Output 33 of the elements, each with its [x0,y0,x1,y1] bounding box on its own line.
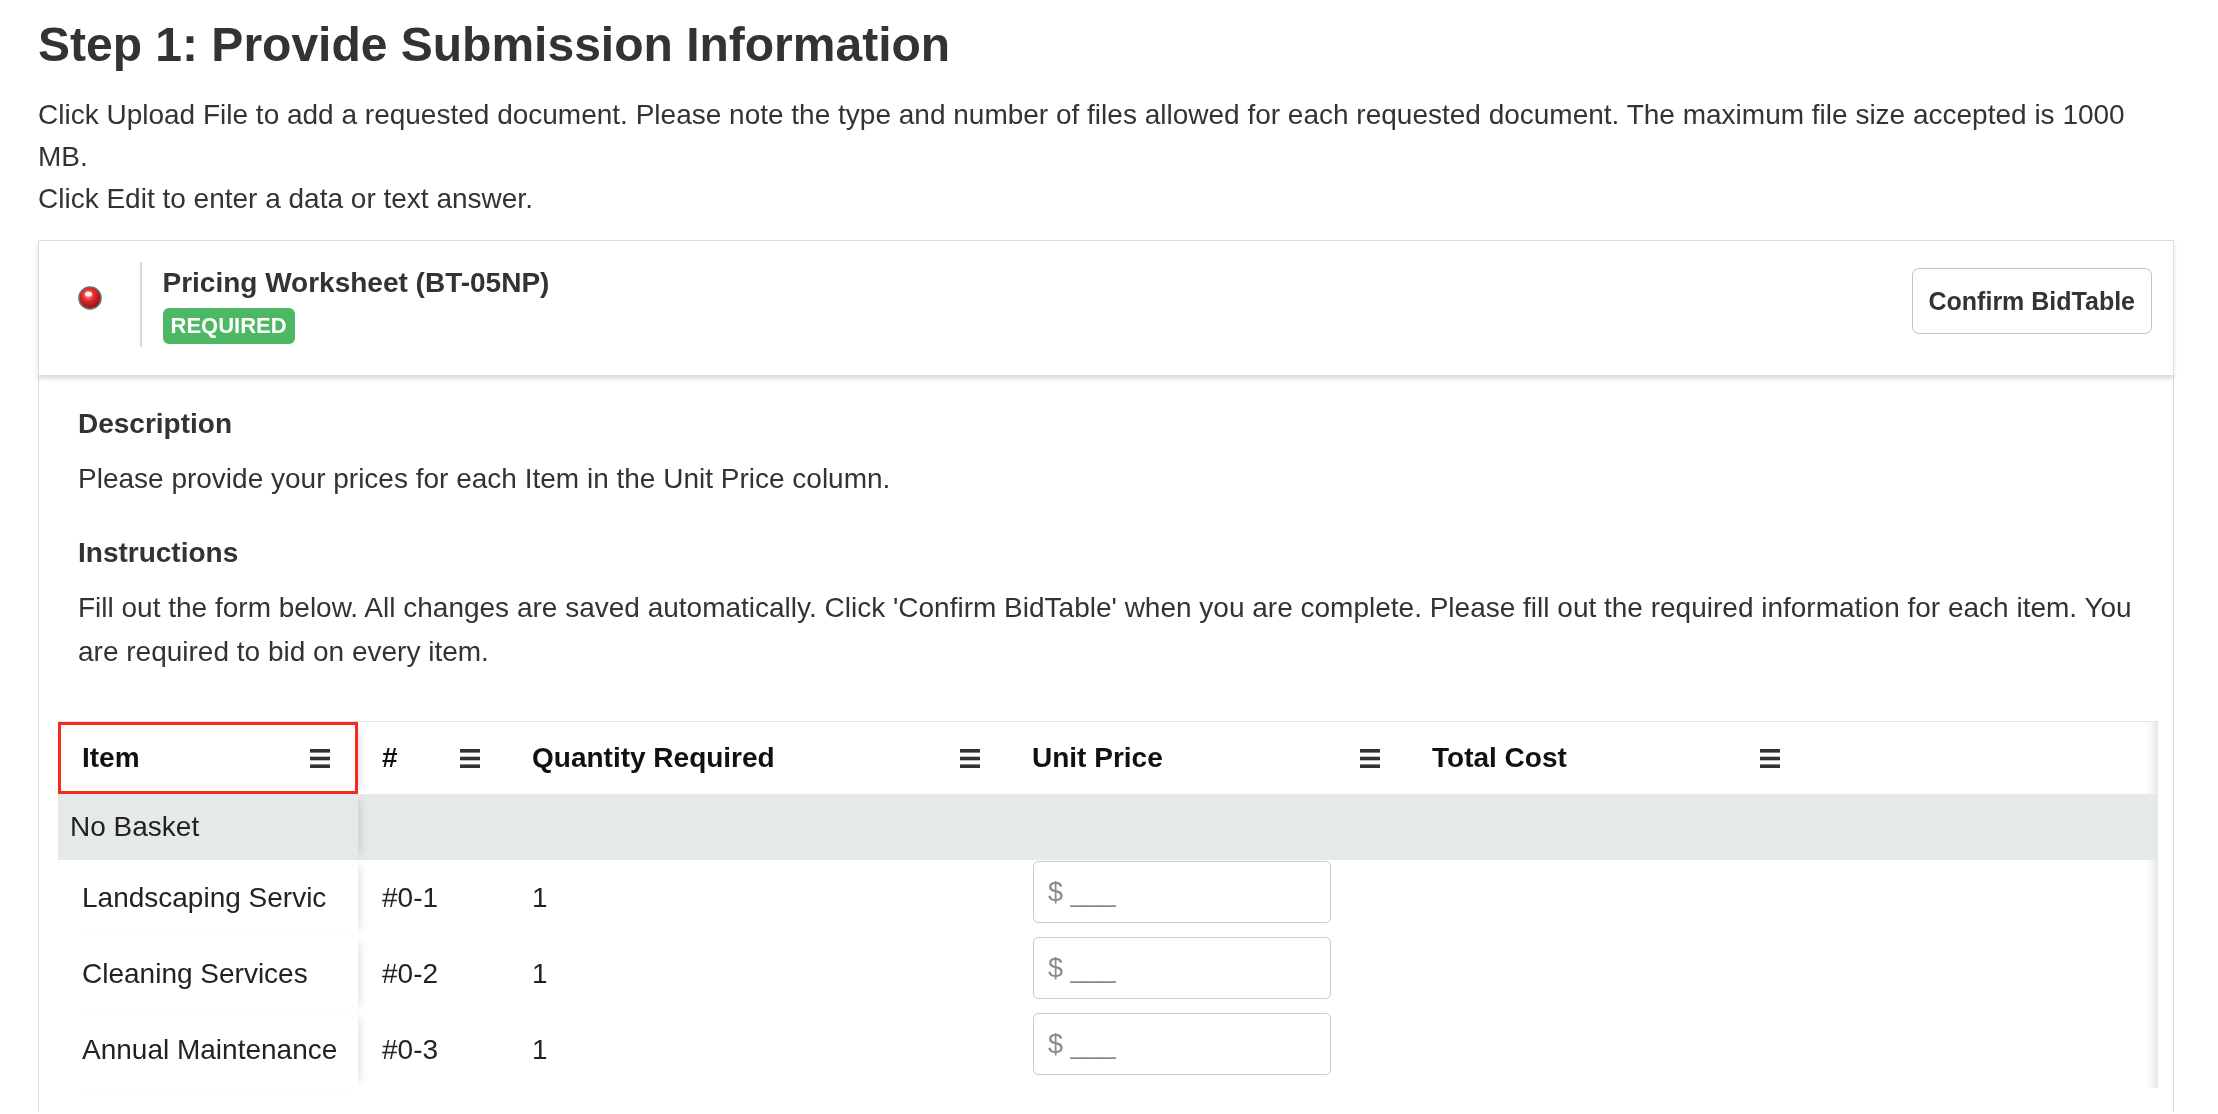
required-badge: REQUIRED [162,308,295,344]
column-header: Item [82,742,140,774]
intro-text: Click Edit to enter a data or text answer. [38,182,534,216]
page-heading: Step 1: Provide Submission Information [38,17,952,73]
column-header: Unit Price [1032,742,1163,774]
column-header: Total Cost [1432,742,1567,774]
section-heading: Instructions [77,536,240,570]
number-cell-text: #0-1 [381,881,440,915]
section-text: Please provide your prices for each Item in the Unit Price column. [77,462,892,496]
item-cell: Landscaping Servic [58,860,358,936]
section-text: Fill out the form below. All changes are saved automatically. Click 'Confirm BidTable' when you are complete. Please fill out the required information for each item. You are required to bid on every item. [77,591,2133,669]
number-cell-text: #0-3 [381,1033,440,1067]
group-label: No Basket [58,794,358,860]
quantity-cell-text: 1 [531,1033,549,1067]
item-cell: Annual Maintenance [58,1012,358,1088]
menu-icon[interactable] [310,748,330,768]
item-cell: Cleaning Services [58,936,358,1012]
quantity-cell-text: 1 [531,957,549,991]
menu-icon[interactable] [1760,748,1780,768]
price-input[interactable]: $ ___ [1033,937,1331,999]
number-cell-text: #0-2 [381,957,440,991]
price-input[interactable]: $ ___ [1033,861,1331,923]
column-header: # [382,742,398,774]
menu-icon[interactable] [460,748,480,768]
price-input[interactable]: $ ___ [1033,1013,1331,1075]
confirm-button[interactable]: Confirm BidTable [1911,268,2152,334]
menu-icon[interactable] [960,748,980,768]
column-header: Quantity Required [532,742,775,774]
worksheet-title: Pricing Worksheet (BT-05NP) [162,266,550,300]
section-heading: Description [77,407,234,441]
intro-text: Click Upload File to add a requested document. Please note the type and number of files allowed for each requested document. The maximum file size accepted is 1000 MB. [38,98,2126,174]
menu-icon[interactable] [1360,748,1380,768]
quantity-cell-text: 1 [531,881,549,915]
